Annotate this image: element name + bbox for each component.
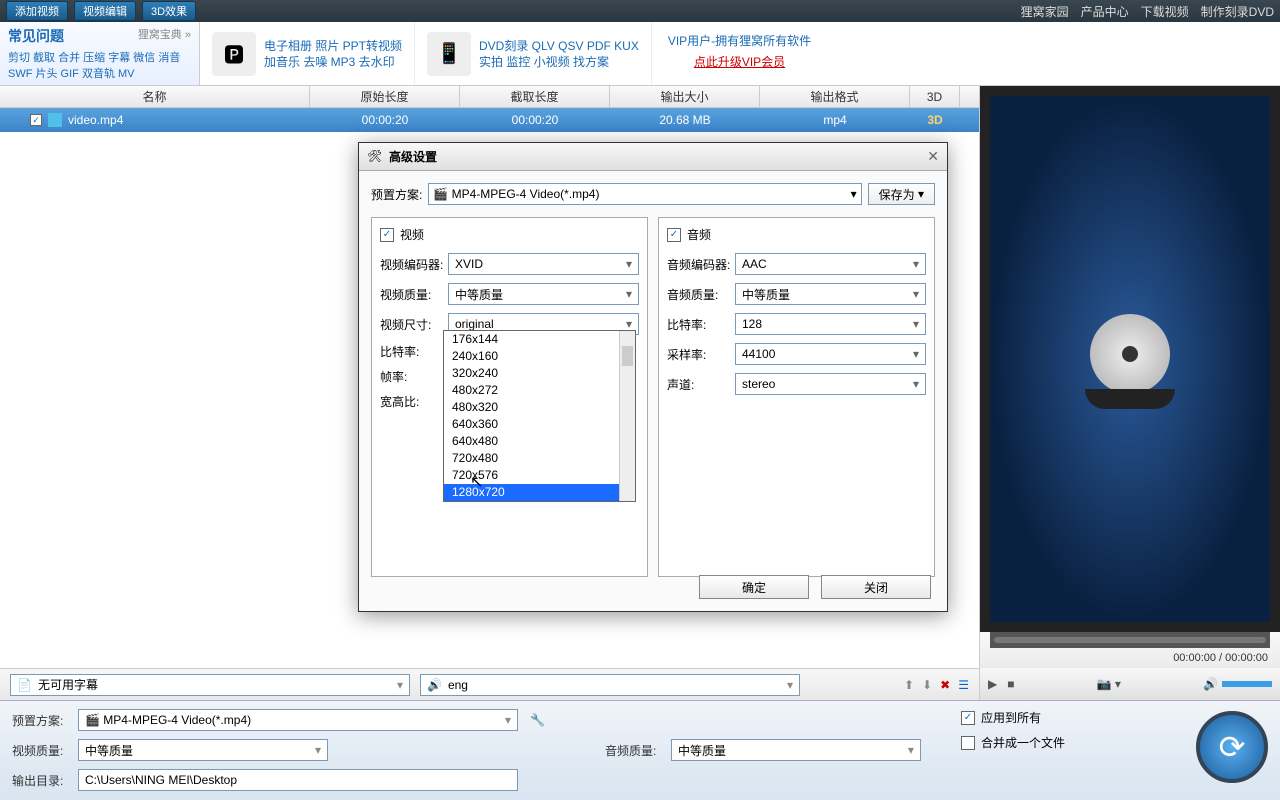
audio-enable-checkbox[interactable]: ✓	[667, 228, 681, 242]
apply-all-checkbox[interactable]: ✓	[961, 711, 975, 725]
move-down-icon[interactable]: ⬇	[922, 678, 932, 692]
col-fmt[interactable]: 输出格式	[760, 86, 910, 107]
video-size-dropdown[interactable]: 176x144240x160320x240480x272480x320640x3…	[443, 330, 636, 502]
merge-checkbox[interactable]	[961, 736, 975, 750]
preset-select[interactable]: 🎬 MP4-MPEG-4 Video(*.mp4)▾	[78, 709, 518, 731]
delete-icon[interactable]: ✖	[940, 678, 950, 692]
phone-icon: 📱	[427, 32, 471, 76]
size-option[interactable]: 720x576	[444, 467, 635, 484]
ppt-icon: 🅿	[212, 32, 256, 76]
save-as-button[interactable]: 保存为 ▾	[868, 183, 935, 205]
size-option[interactable]: 640x360	[444, 416, 635, 433]
3d-effect-button[interactable]: 3D效果	[142, 1, 196, 21]
time-display: 00:00:00 / 00:00:00	[980, 648, 1280, 668]
row-3d-icon[interactable]: 3D	[910, 113, 960, 127]
aqual-select[interactable]: 中等质量▾	[671, 739, 921, 761]
vqual-label: 视频质量:	[12, 742, 72, 759]
link-products[interactable]: 产品中心	[1081, 3, 1129, 20]
size-option[interactable]: 1280x720	[444, 484, 635, 501]
merge-row[interactable]: 合并成一个文件	[961, 734, 1065, 751]
vqual-select[interactable]: 中等质量▾	[78, 739, 328, 761]
snapshot-button[interactable]: 📷 ▾	[1097, 677, 1121, 691]
audio-samplerate-select[interactable]: 44100▾	[735, 343, 926, 365]
edit-video-button[interactable]: 视频编辑	[74, 1, 136, 21]
promo-bar: 常见问题 狸窝宝典 » 剪切 截取 合并 压缩 字幕 微信 消音 SWF 片头 …	[0, 22, 1280, 86]
preset-label: 预置方案:	[12, 712, 72, 729]
subtitle-select[interactable]: 📄无可用字幕▾	[10, 674, 410, 696]
faq-title: 常见问题	[8, 28, 64, 44]
upgrade-link[interactable]: 点此升级VIP会员	[668, 53, 811, 70]
size-option[interactable]: 720x480	[444, 450, 635, 467]
aqual-label: 音频质量:	[605, 742, 665, 759]
size-option[interactable]: 240x160	[444, 348, 635, 365]
col-3d[interactable]: 3D	[910, 86, 960, 107]
film-reel-icon	[1085, 314, 1175, 404]
close-icon[interactable]: ✕	[927, 148, 939, 165]
video-quality-select[interactable]: 中等质量▾	[448, 283, 639, 305]
audio-codec-select[interactable]: AAC▾	[735, 253, 926, 275]
mp4-icon: 🎬	[85, 713, 100, 727]
bottom-panel: 预置方案: 🎬 MP4-MPEG-4 Video(*.mp4)▾ 🔧 视频质量:…	[0, 700, 1280, 800]
preview-image	[990, 96, 1270, 622]
scrub-bar[interactable]	[990, 632, 1270, 648]
play-button[interactable]: ▶	[988, 677, 997, 691]
preset-label: 预置方案:	[371, 186, 422, 203]
volume-slider[interactable]	[1222, 681, 1272, 687]
faq-sub[interactable]: 狸窝宝典 »	[138, 26, 191, 42]
move-up-icon[interactable]: ⬆	[904, 678, 914, 692]
size-option[interactable]: 176x144	[444, 331, 635, 348]
add-video-button[interactable]: 添加视频	[6, 1, 68, 21]
mp4-icon: 🎬	[433, 187, 448, 201]
output-path[interactable]: C:\Users\NING MEI\Desktop	[78, 769, 518, 791]
column-headers: 名称 原始长度 截取长度 输出大小 输出格式 3D	[0, 86, 979, 108]
size-option[interactable]: 480x272	[444, 382, 635, 399]
vip-promo[interactable]: VIP用户-拥有狸窝所有软件 点此升级VIP会员	[652, 22, 827, 85]
scrollbar[interactable]	[619, 331, 635, 501]
settings-icon[interactable]: 🔧	[530, 713, 545, 727]
link-home[interactable]: 狸窝家园	[1021, 3, 1069, 20]
ok-button[interactable]: 确定	[699, 575, 809, 599]
subtitle-icon: 📄	[17, 678, 32, 692]
audio-icon: 🔊	[427, 678, 442, 692]
video-file-icon	[48, 113, 62, 127]
convert-button[interactable]: ⟳	[1196, 711, 1268, 783]
col-orig[interactable]: 原始长度	[310, 86, 460, 107]
dialog-title: 高级设置	[389, 148, 437, 165]
link-dvd[interactable]: 制作刻录DVD	[1201, 3, 1274, 20]
audio-quality-select[interactable]: 中等质量▾	[735, 283, 926, 305]
file-row[interactable]: ✓video.mp4 00:00:20 00:00:20 20.68 MB mp…	[0, 108, 979, 132]
apply-all-row[interactable]: ✓应用到所有	[961, 709, 1065, 726]
dialog-titlebar[interactable]: 🛠 高级设置 ✕	[359, 143, 947, 171]
promo-cell-1[interactable]: 🅿 电子相册 照片 PPT转视频 加音乐 去噪 MP3 去水印	[200, 22, 415, 85]
list-icon[interactable]: ☰	[958, 678, 969, 692]
size-option[interactable]: 640x480	[444, 433, 635, 450]
dropdown-arrow-icon: ▾	[787, 678, 793, 692]
faq-tags[interactable]: 剪切 截取 合并 压缩 字幕 微信 消音 SWF 片头 GIF 双音轨 MV	[8, 50, 191, 82]
top-toolbar: 添加视频 视频编辑 3D效果 狸窝家园 产品中心 下载视频 制作刻录DVD	[0, 0, 1280, 22]
size-option[interactable]: 320x240	[444, 365, 635, 382]
stop-button[interactable]: ■	[1007, 677, 1014, 691]
video-codec-select[interactable]: XVID▾	[448, 253, 639, 275]
col-name[interactable]: 名称	[0, 86, 310, 107]
volume-icon[interactable]: 🔊	[1203, 677, 1218, 691]
link-download[interactable]: 下载视频	[1141, 3, 1189, 20]
output-label: 输出目录:	[12, 772, 72, 789]
subtitle-bar: 📄无可用字幕▾ 🔊eng▾ ⬆ ⬇ ✖ ☰	[0, 668, 979, 700]
row-checkbox[interactable]: ✓	[30, 114, 42, 126]
size-option[interactable]: 480x320	[444, 399, 635, 416]
dropdown-arrow-icon: ▾	[397, 678, 403, 692]
col-size[interactable]: 输出大小	[610, 86, 760, 107]
settings-icon: 🛠	[367, 149, 383, 165]
promo-cell-2[interactable]: 📱 DVD刻录 QLV QSV PDF KUX 实拍 监控 小视频 找方案	[415, 22, 652, 85]
video-enable-checkbox[interactable]: ✓	[380, 228, 394, 242]
faq-panel[interactable]: 常见问题 狸窝宝典 » 剪切 截取 合并 压缩 字幕 微信 消音 SWF 片头 …	[0, 22, 200, 85]
preview-pane: 00:00:00 / 00:00:00 ▶ ■ 📷 ▾ 🔊	[980, 86, 1280, 700]
cancel-button[interactable]: 关闭	[821, 575, 931, 599]
col-cut[interactable]: 截取长度	[460, 86, 610, 107]
audio-panel: ✓音频 音频编码器:AAC▾ 音频质量:中等质量▾ 比特率:128▾ 采样率:4…	[658, 217, 935, 577]
audio-track-select[interactable]: 🔊eng▾	[420, 674, 800, 696]
dialog-preset-select[interactable]: 🎬 MP4-MPEG-4 Video(*.mp4)▾	[428, 183, 861, 205]
audio-bitrate-select[interactable]: 128▾	[735, 313, 926, 335]
audio-channel-select[interactable]: stereo▾	[735, 373, 926, 395]
